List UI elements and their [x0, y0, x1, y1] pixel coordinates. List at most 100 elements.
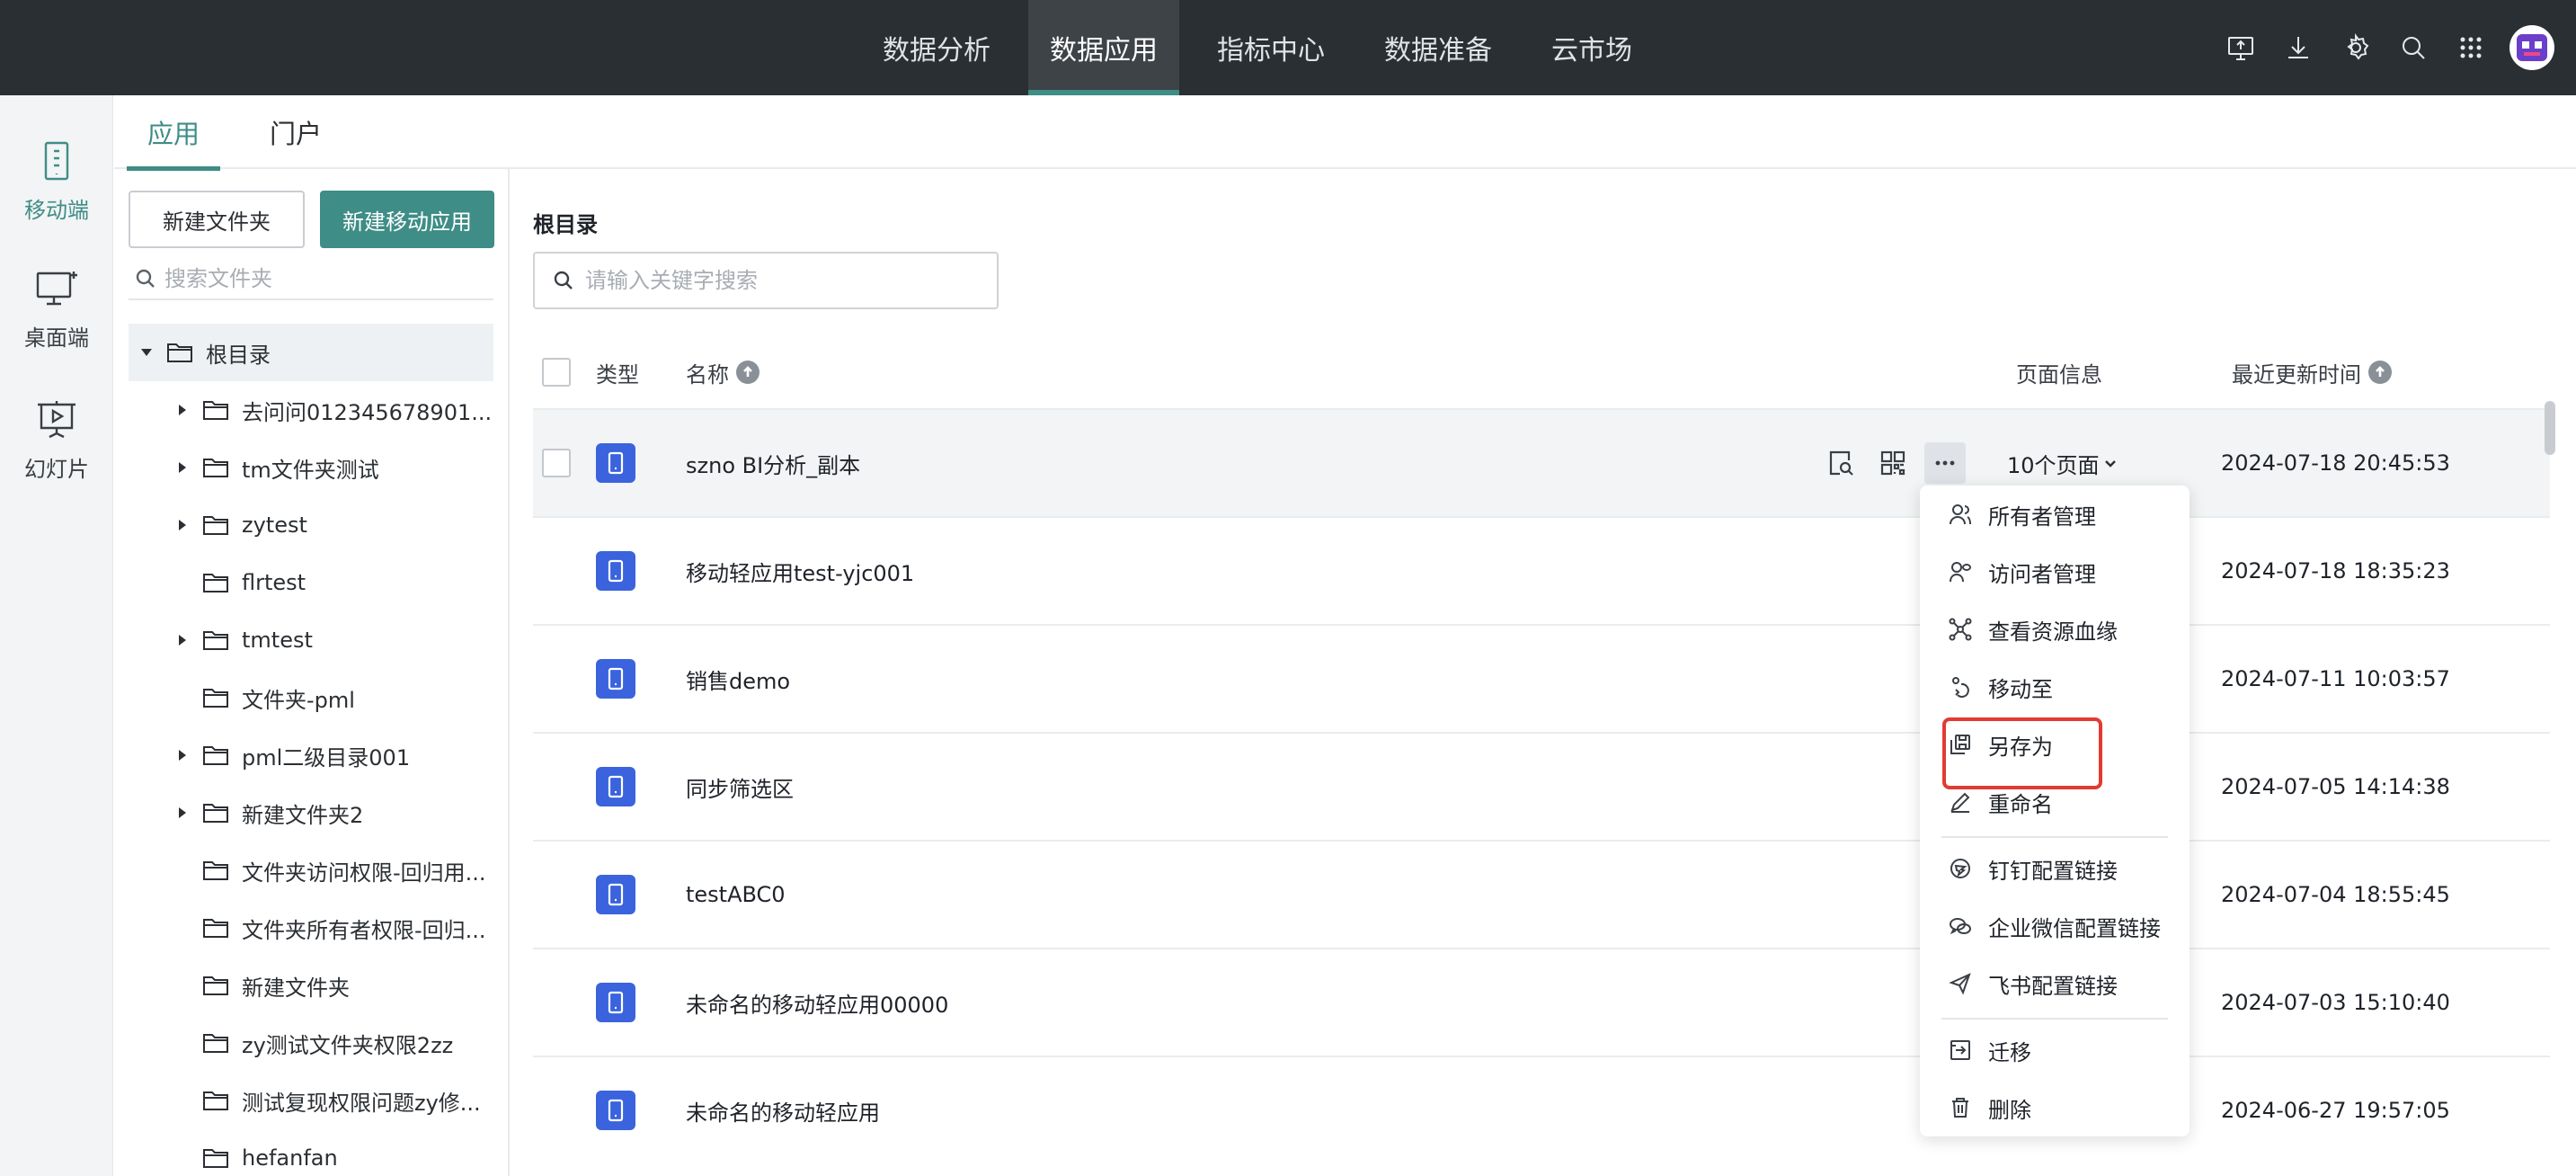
- new-mobile-app-button[interactable]: 新建移动应用: [320, 191, 494, 248]
- menu-item-label: 企业微信配置链接: [1988, 915, 2161, 941]
- folder-icon: [202, 628, 229, 652]
- tree-item[interactable]: zytest: [129, 496, 493, 554]
- more-actions-button[interactable]: [1924, 442, 1966, 484]
- folder-panel: 新建文件夹 新建移动应用 根目录 去问问012345678901... tm文件…: [114, 169, 510, 1176]
- menu-item-visitor-management[interactable]: 访问者管理: [1920, 543, 2190, 601]
- menu-item-label: 访问者管理: [1988, 561, 2096, 587]
- tree-item[interactable]: hefanfan: [129, 1129, 493, 1176]
- topnav-item-metrics-center[interactable]: 指标中心: [1195, 0, 1346, 95]
- caret-down-icon[interactable]: [138, 343, 155, 361]
- row-name[interactable]: testABC0: [686, 842, 786, 948]
- tree-item-root[interactable]: 根目录: [129, 324, 493, 381]
- table-header: 类型 名称 页面信息 最近更新时间: [533, 336, 2550, 408]
- folder-search-input[interactable]: [164, 266, 470, 291]
- caret-right-icon[interactable]: [173, 804, 191, 822]
- tree-item[interactable]: 文件夹-pml: [129, 669, 493, 726]
- migrate-icon: [1950, 1040, 1970, 1060]
- mobile-app-icon: [596, 551, 635, 591]
- sidebar-item-slides[interactable]: 幻灯片: [0, 381, 113, 498]
- row-name[interactable]: 未命名的移动轻应用00000: [686, 949, 948, 1056]
- menu-item-resource-lineage[interactable]: 查看资源血缘: [1920, 601, 2190, 658]
- download-icon[interactable]: [2279, 29, 2317, 67]
- tree-item[interactable]: 文件夹访问权限-回归用...: [129, 842, 493, 899]
- row-name[interactable]: 同步筛选区: [686, 734, 794, 840]
- menu-item-rename[interactable]: 重命名: [1920, 773, 2190, 831]
- tree-item[interactable]: 新建文件夹2: [129, 784, 493, 842]
- tree-item[interactable]: 新建文件夹: [129, 957, 493, 1014]
- row-name[interactable]: 未命名的移动轻应用: [686, 1057, 880, 1163]
- select-all-checkbox[interactable]: [542, 358, 571, 387]
- topnav-item-data-analysis[interactable]: 数据分析: [861, 0, 1012, 95]
- row-checkbox[interactable]: [542, 449, 571, 477]
- sort-arrow-icon[interactable]: [2368, 361, 2392, 384]
- tree-item[interactable]: 测试复现权限问题zy修...: [129, 1072, 493, 1129]
- table-row[interactable]: 销售demo 2024-07-11 10:03:57: [533, 624, 2550, 732]
- tree-item[interactable]: tmtest: [129, 611, 493, 669]
- top-icons: [2202, 0, 2554, 95]
- tree-item[interactable]: pml二级目录001: [129, 726, 493, 784]
- table-row[interactable]: 未命名的移动轻应用00000 2024-07-03 15:10:40: [533, 948, 2550, 1056]
- row-name[interactable]: 销售demo: [686, 626, 790, 732]
- search-icon[interactable]: [2394, 29, 2432, 67]
- menu-item-label: 移动至: [1988, 676, 2053, 702]
- table-row[interactable]: testABC0 2024-07-04 18:55:45: [533, 840, 2550, 948]
- tree-item[interactable]: 文件夹所有者权限-回归...: [129, 899, 493, 957]
- monitor-upload-icon[interactable]: [2222, 29, 2260, 67]
- menu-item-wecom-link[interactable]: 企业微信配置链接: [1920, 897, 2190, 955]
- menu-item-label: 删除: [1988, 1097, 2031, 1123]
- gear-icon[interactable]: [2337, 29, 2375, 67]
- tree-item[interactable]: 去问问012345678901...: [129, 381, 493, 439]
- topnav-item-data-application[interactable]: 数据应用: [1028, 0, 1179, 95]
- column-name[interactable]: 名称: [686, 336, 759, 408]
- table-row[interactable]: 未命名的移动轻应用 2024-06-27 19:57:05: [533, 1056, 2550, 1163]
- qrcode-icon[interactable]: [1872, 442, 1914, 484]
- folder-icon: [202, 801, 229, 824]
- tree-item-label: 根目录: [206, 342, 271, 368]
- menu-item-delete[interactable]: 删除: [1920, 1079, 2190, 1136]
- new-folder-button[interactable]: 新建文件夹: [129, 191, 305, 248]
- apps-grid-icon[interactable]: [2452, 29, 2490, 67]
- tab-portal[interactable]: 门户: [258, 95, 333, 169]
- mobile-app-icon: [596, 1091, 635, 1130]
- caret-right-icon[interactable]: [173, 401, 191, 419]
- table-scrollbar[interactable]: [2545, 401, 2555, 455]
- caret-right-icon[interactable]: [173, 631, 191, 649]
- row-name[interactable]: szno BI分析_副本: [686, 410, 860, 516]
- row-updated: 2024-07-04 18:55:45: [2221, 882, 2450, 907]
- mobile-app-icon: [596, 767, 635, 806]
- table-row[interactable]: szno BI分析_副本 10个页面 2024-07-18 20:45:53: [533, 408, 2550, 516]
- tree-item[interactable]: flrtest: [129, 554, 493, 611]
- tab-application[interactable]: 应用: [127, 95, 220, 171]
- row-updated: 2024-07-18 20:45:53: [2221, 450, 2450, 476]
- tree-item-label: pml二级目录001: [242, 744, 411, 771]
- sidebar-item-label: 桌面端: [24, 325, 89, 351]
- sort-arrow-icon[interactable]: [736, 361, 759, 384]
- table-row[interactable]: 移动轻应用test-yjc001 2024-07-18 18:35:23: [533, 516, 2550, 624]
- menu-item-feishu-link[interactable]: 飞书配置链接: [1920, 955, 2190, 1012]
- folder-icon: [202, 456, 229, 479]
- topnav-item-cloud-market[interactable]: 云市场: [1530, 0, 1654, 95]
- row-name[interactable]: 移动轻应用test-yjc001: [686, 518, 914, 624]
- slides-icon: [38, 400, 76, 438]
- sidebar-item-desktop[interactable]: 桌面端: [0, 250, 113, 367]
- tree-item[interactable]: zy测试文件夹权限2zz: [129, 1014, 493, 1072]
- caret-right-icon[interactable]: [173, 459, 191, 477]
- folder-icon: [202, 916, 229, 940]
- menu-item-move-to[interactable]: 移动至: [1920, 658, 2190, 716]
- tree-item[interactable]: tm文件夹测试: [129, 439, 493, 496]
- column-updated[interactable]: 最近更新时间: [2232, 336, 2392, 408]
- tree-item-label: hefanfan: [242, 1145, 338, 1171]
- caret-right-icon[interactable]: [173, 516, 191, 534]
- menu-item-save-as[interactable]: 另存为: [1920, 716, 2190, 773]
- menu-item-owner-management[interactable]: 所有者管理: [1920, 486, 2190, 543]
- table-row[interactable]: 同步筛选区 2024-07-05 14:14:38: [533, 732, 2550, 840]
- caret-right-icon[interactable]: [173, 746, 191, 764]
- menu-item-dingtalk-link[interactable]: 钉钉配置链接: [1920, 840, 2190, 897]
- user-avatar[interactable]: [2509, 25, 2554, 70]
- preview-icon[interactable]: [1820, 442, 1861, 484]
- sidebar-item-mobile[interactable]: 移动端: [0, 122, 113, 239]
- menu-item-migrate[interactable]: 迁移: [1920, 1021, 2190, 1079]
- topnav-item-data-prep[interactable]: 数据准备: [1363, 0, 1514, 95]
- keyword-search-input[interactable]: [585, 268, 981, 293]
- tree-item-label: tm文件夹测试: [242, 457, 379, 483]
